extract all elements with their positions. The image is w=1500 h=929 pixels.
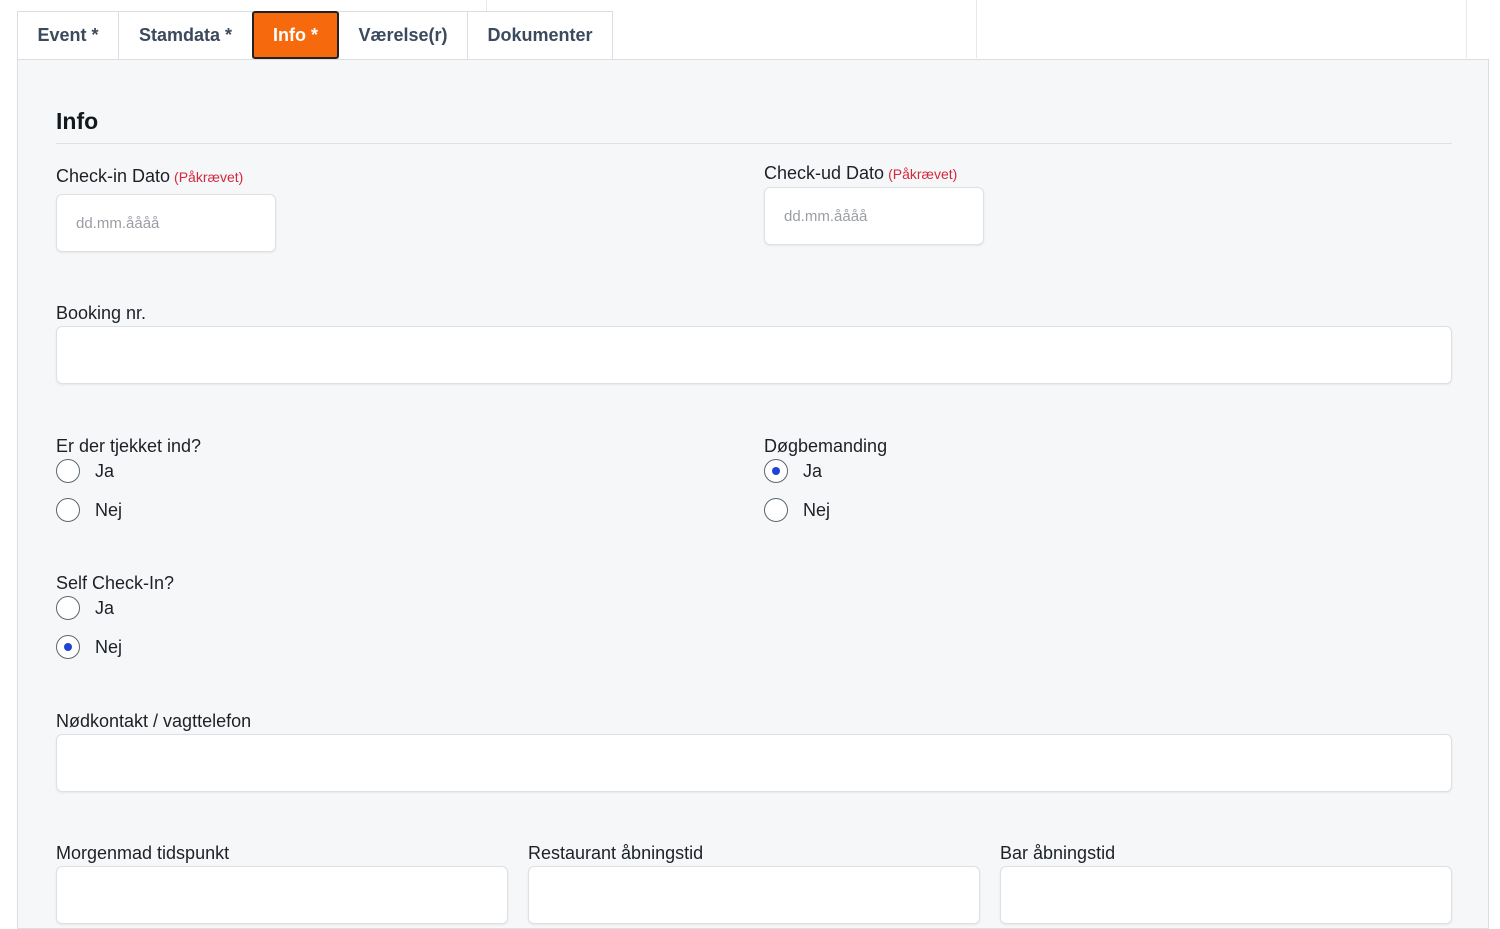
top-divider-3 <box>1466 0 1467 58</box>
bar-label: Bar åbningstid <box>1000 843 1116 863</box>
staffing-option-nej[interactable]: Nej <box>764 497 830 523</box>
checkout-date-input[interactable]: dd.mm.åååå <box>764 187 984 245</box>
checkin-label-text: Check-in Dato <box>56 166 171 186</box>
checkout-label: Check-ud Dato (Påkrævet) <box>764 163 957 184</box>
restaurant-label: Restaurant åbningstid <box>528 843 704 863</box>
self-checkin-ja-radio[interactable] <box>56 596 80 620</box>
staffing-ja-radio[interactable] <box>764 459 788 483</box>
self-checkin-nej-label: Nej <box>95 636 123 657</box>
staffing-label: Døgbemanding <box>764 436 888 456</box>
checkout-label-text: Check-ud Dato <box>764 163 885 183</box>
breakfast-input[interactable] <box>56 866 508 924</box>
section-title: Info <box>56 108 99 134</box>
checkin-placeholder: dd.mm.åååå <box>76 214 160 232</box>
self-checkin-nej-radio[interactable] <box>56 635 80 659</box>
checked-in-nej-label: Nej <box>95 499 123 520</box>
emergency-input[interactable] <box>56 734 1452 792</box>
self-checkin-option-nej[interactable]: Nej <box>56 634 122 660</box>
checked-in-option-nej[interactable]: Nej <box>56 497 122 523</box>
checkin-label: Check-in Dato (Påkrævet) <box>56 166 243 187</box>
tab-event[interactable]: Event * <box>17 11 119 59</box>
tab-vaerelser[interactable]: Værelse(r) <box>338 11 468 59</box>
checkout-placeholder: dd.mm.åååå <box>784 207 868 225</box>
bar-input[interactable] <box>1000 866 1452 924</box>
tab-stamdata[interactable]: Stamdata * <box>118 11 253 59</box>
staffing-nej-radio[interactable] <box>764 498 788 522</box>
checked-in-nej-radio[interactable] <box>56 498 80 522</box>
booking-label: Booking nr. <box>56 303 147 323</box>
section-divider <box>56 143 1452 144</box>
staffing-nej-label: Nej <box>803 499 831 520</box>
top-divider-2 <box>976 0 977 58</box>
checkout-required: (Påkrævet) <box>888 166 958 182</box>
self-checkin-label: Self Check-In? <box>56 573 175 593</box>
checkin-date-input[interactable]: dd.mm.åååå <box>56 194 276 252</box>
checked-in-label: Er der tjekket ind? <box>56 436 202 456</box>
tab-bar: Event * Stamdata * Info * Værelse(r) Dok… <box>17 11 613 59</box>
checked-in-ja-radio[interactable] <box>56 459 80 483</box>
staffing-option-ja[interactable]: Ja <box>764 458 822 484</box>
checkin-required: (Påkrævet) <box>174 169 244 185</box>
breakfast-label: Morgenmad tidspunkt <box>56 843 230 863</box>
emergency-label: Nødkontakt / vagttelefon <box>56 711 252 731</box>
info-panel: Info Check-in Dato (Påkrævet) dd.mm.åååå … <box>17 59 1489 929</box>
staffing-ja-label: Ja <box>803 460 823 481</box>
booking-input[interactable] <box>56 326 1452 384</box>
self-checkin-option-ja[interactable]: Ja <box>56 595 114 621</box>
checked-in-ja-label: Ja <box>95 460 115 481</box>
tab-info[interactable]: Info * <box>252 11 339 59</box>
self-checkin-ja-label: Ja <box>95 597 115 618</box>
restaurant-input[interactable] <box>528 866 980 924</box>
tab-dokumenter[interactable]: Dokumenter <box>467 11 613 59</box>
checked-in-option-ja[interactable]: Ja <box>56 458 114 484</box>
